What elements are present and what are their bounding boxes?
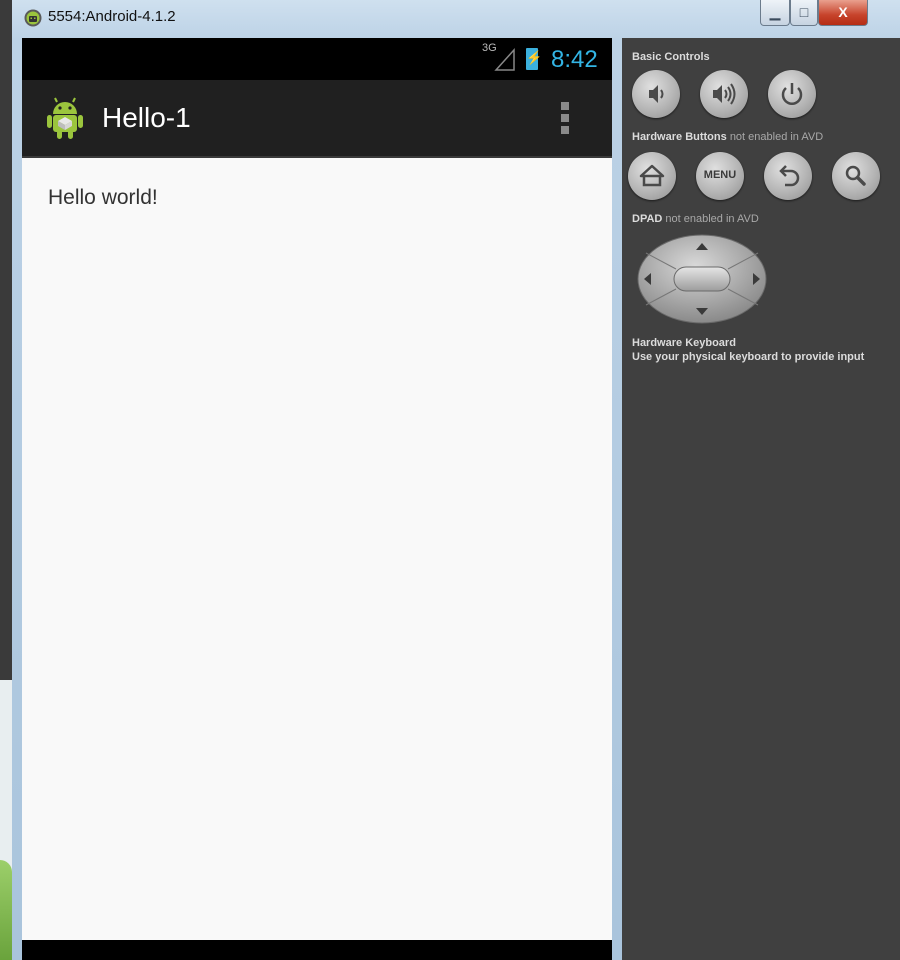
hardware-keyboard-note: Use your physical keyboard to provide in… — [632, 351, 865, 363]
power-icon — [781, 83, 803, 105]
title-bar[interactable]: 5554:Android-4.1.2 ▁ □ X — [12, 0, 900, 36]
back-button[interactable] — [764, 152, 812, 200]
navigation-bar — [22, 940, 612, 960]
clock: 8:42 — [551, 46, 598, 73]
maximize-button[interactable]: □ — [790, 0, 818, 26]
close-icon: X — [838, 4, 848, 20]
status-bar: 3G ⚡ 8:42 — [22, 38, 612, 80]
minimize-button[interactable]: ▁ — [760, 0, 790, 26]
emulator-controls-panel: Basic Controls Hardware Buttons not enab… — [622, 38, 900, 960]
search-icon — [845, 165, 866, 186]
android-emulator-icon — [24, 9, 42, 27]
hardware-buttons-note: not enabled in AVD — [729, 131, 824, 143]
dpad-control[interactable] — [636, 233, 768, 325]
volume-up-button[interactable] — [700, 70, 748, 118]
overflow-menu-icon[interactable] — [558, 102, 572, 136]
hello-world-text: Hello world! — [48, 186, 158, 209]
home-button[interactable] — [628, 152, 676, 200]
device-screen[interactable]: 3G ⚡ 8:42 Hello-1 Hello world! — [22, 38, 612, 960]
hardware-buttons-label: Hardware Buttons not enabled in AVD — [632, 131, 824, 143]
home-icon — [639, 164, 665, 187]
dpad-label: DPAD not enabled in AVD — [632, 213, 759, 225]
back-icon — [779, 165, 800, 187]
volume-down-icon — [649, 85, 664, 103]
android-app-icon[interactable] — [46, 96, 84, 140]
hardware-keyboard-label: Hardware Keyboard — [632, 337, 736, 349]
maximize-icon: □ — [799, 4, 809, 20]
window-title: 5554:Android-4.1.2 — [48, 8, 176, 25]
close-button[interactable]: X — [818, 0, 868, 26]
action-bar: Hello-1 — [22, 80, 612, 158]
battery-icon: ⚡ — [526, 48, 542, 70]
app-title: Hello-1 — [102, 102, 191, 133]
menu-button[interactable]: MENU — [696, 152, 744, 200]
menu-button-label: MENU — [703, 169, 737, 181]
search-button[interactable] — [832, 152, 880, 200]
dpad-note: not enabled in AVD — [665, 213, 759, 225]
desktop-wallpaper-edge — [0, 860, 12, 960]
power-button[interactable] — [768, 70, 816, 118]
emulator-window: 5554:Android-4.1.2 ▁ □ X 3G ⚡ 8:42 Hello… — [12, 0, 900, 960]
volume-down-button[interactable] — [632, 70, 680, 118]
volume-up-icon — [713, 83, 736, 105]
basic-controls-label: Basic Controls — [632, 51, 710, 63]
signal-icon — [494, 48, 515, 71]
minimize-icon: ▁ — [769, 4, 781, 20]
